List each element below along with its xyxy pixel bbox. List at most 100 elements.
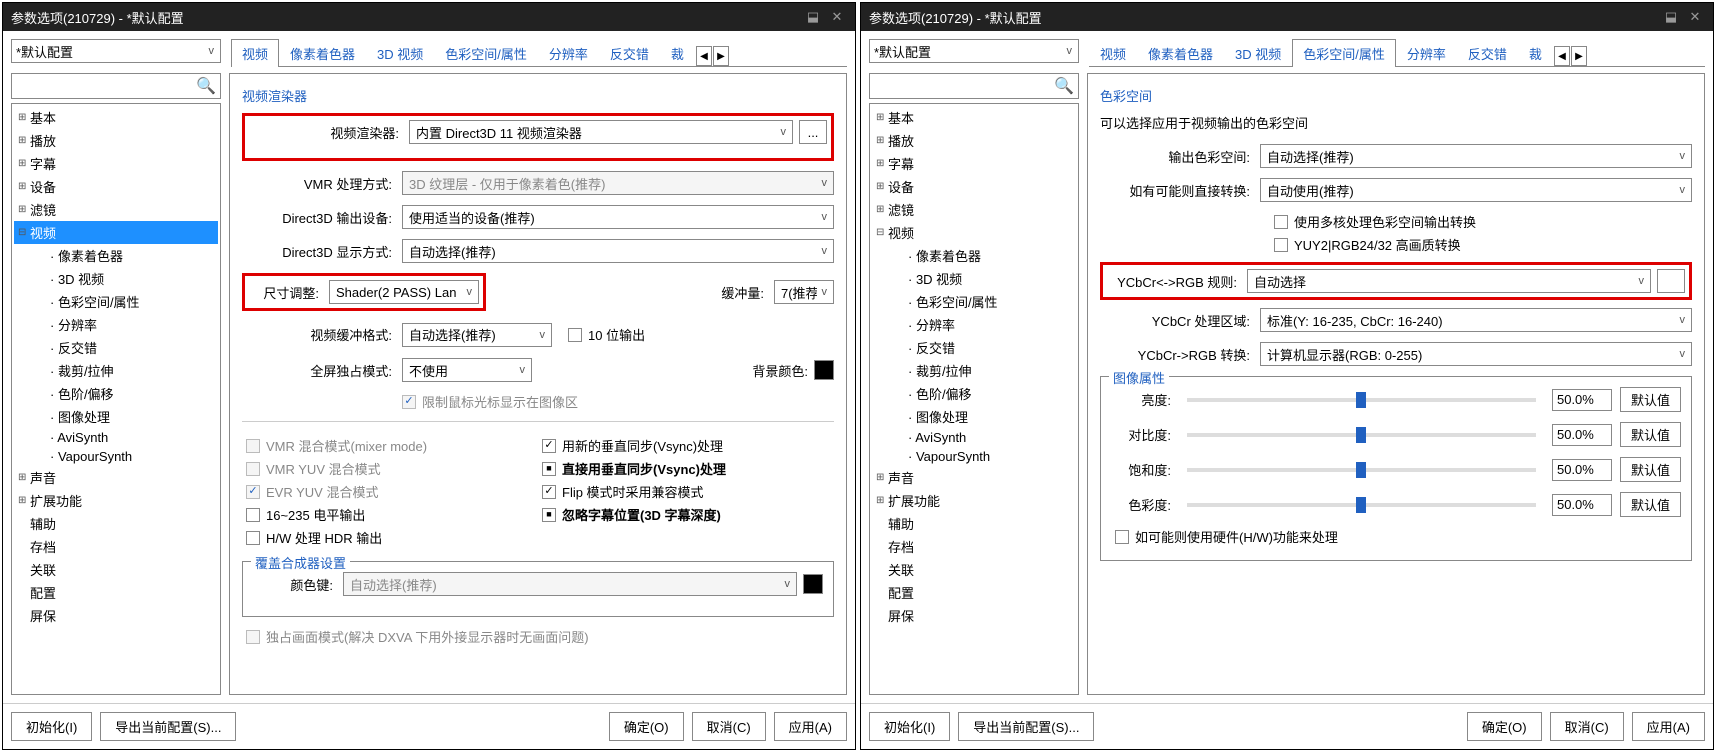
tab-2[interactable]: 3D 视频 xyxy=(1224,39,1292,67)
check-vsync-direct[interactable] xyxy=(542,462,556,476)
nav-tree[interactable]: ⊞基本⊞播放⊞字幕⊞设备⊞滤镜⊟视频· 像素着色器· 3D 视频· 色彩空间/属… xyxy=(869,103,1079,695)
profile-select[interactable]: *默认配置 xyxy=(869,39,1079,63)
tree-item[interactable]: 关联 xyxy=(872,558,1076,581)
export-button[interactable]: 导出当前配置(S)... xyxy=(958,712,1094,741)
profile-select[interactable]: *默认配置 xyxy=(11,39,221,63)
tree-item[interactable]: · 3D 视频 xyxy=(872,267,1076,290)
tree-item[interactable]: 屏保 xyxy=(14,604,218,627)
tree-item[interactable]: · 反交错 xyxy=(14,336,218,359)
tree-item[interactable]: · 裁剪/拉伸 xyxy=(872,359,1076,382)
tree-item[interactable]: · 色阶/偏移 xyxy=(872,382,1076,405)
tree-item[interactable]: 配置 xyxy=(14,581,218,604)
tree-item[interactable]: ⊞基本 xyxy=(872,106,1076,129)
tree-item[interactable]: · 色彩空间/属性 xyxy=(872,290,1076,313)
tab-next[interactable]: ▶ xyxy=(1571,46,1587,66)
tree-item[interactable]: ⊞滤镜 xyxy=(14,198,218,221)
tree-item[interactable]: · VapourSynth xyxy=(14,447,218,466)
apply-button[interactable]: 应用(A) xyxy=(774,712,847,741)
slider-saturation[interactable] xyxy=(1187,468,1536,472)
tree-item[interactable]: · 色阶/偏移 xyxy=(14,382,218,405)
tree-item[interactable]: 辅助 xyxy=(872,512,1076,535)
tab-0[interactable]: 视频 xyxy=(1089,39,1137,67)
tab-prev[interactable]: ◀ xyxy=(1554,46,1570,66)
select-fullscreen[interactable]: 不使用 xyxy=(402,358,532,382)
cancel-button[interactable]: 取消(C) xyxy=(1550,712,1624,741)
check-hdr[interactable] xyxy=(246,531,260,545)
tab-1[interactable]: 像素着色器 xyxy=(1137,39,1224,67)
tab-4[interactable]: 分辨率 xyxy=(1396,39,1457,67)
tab-6[interactable]: 裁 xyxy=(1518,39,1553,67)
slider-value-brightness[interactable]: 50.0% xyxy=(1552,389,1612,411)
tab-3[interactable]: 色彩空间/属性 xyxy=(1292,39,1396,67)
check-1632[interactable] xyxy=(246,508,260,522)
tree-item[interactable]: ⊞滤镜 xyxy=(872,198,1076,221)
select-buffer[interactable]: 7(推荐) xyxy=(774,280,834,304)
tree-item[interactable]: · 裁剪/拉伸 xyxy=(14,359,218,382)
check-yuy2[interactable] xyxy=(1274,238,1288,252)
slider-hue[interactable] xyxy=(1187,503,1536,507)
tree-item[interactable]: · VapourSynth xyxy=(872,447,1076,466)
tab-5[interactable]: 反交错 xyxy=(1457,39,1518,67)
init-button[interactable]: 初始化(I) xyxy=(11,712,92,741)
tree-item[interactable]: ⊞字幕 xyxy=(872,152,1076,175)
tree-item[interactable]: ⊟视频 xyxy=(14,221,218,244)
slider-default-hue[interactable]: 默认值 xyxy=(1620,492,1681,517)
tree-item[interactable]: ⊞播放 xyxy=(872,129,1076,152)
check-10bit[interactable] xyxy=(568,328,582,342)
tree-item[interactable]: · 图像处理 xyxy=(872,405,1076,428)
slider-default-saturation[interactable]: 默认值 xyxy=(1620,457,1681,482)
pin-icon[interactable]: ⬓ xyxy=(1661,8,1681,26)
tree-item[interactable]: ⊞播放 xyxy=(14,129,218,152)
tree-item[interactable]: · 分辨率 xyxy=(14,313,218,336)
slider-value-saturation[interactable]: 50.0% xyxy=(1552,459,1612,481)
cancel-button[interactable]: 取消(C) xyxy=(692,712,766,741)
select-vbuf[interactable]: 自动选择(推荐) xyxy=(402,323,552,347)
search-input[interactable] xyxy=(874,79,1054,94)
slider-default-contrast[interactable]: 默认值 xyxy=(1620,422,1681,447)
pin-icon[interactable]: ⬓ xyxy=(803,8,823,26)
tab-prev[interactable]: ◀ xyxy=(696,46,712,66)
close-icon[interactable]: ✕ xyxy=(1685,8,1705,26)
export-button[interactable]: 导出当前配置(S)... xyxy=(100,712,236,741)
select-range[interactable]: 标准(Y: 16-235, CbCr: 16-240) xyxy=(1260,308,1692,332)
tree-item[interactable]: ⊞扩展功能 xyxy=(872,489,1076,512)
slider-contrast[interactable] xyxy=(1187,433,1536,437)
tab-1[interactable]: 像素着色器 xyxy=(279,39,366,67)
tree-item[interactable]: ⊟视频 xyxy=(872,221,1076,244)
search-icon[interactable]: 🔍 xyxy=(196,76,216,96)
slider-brightness[interactable] xyxy=(1187,398,1536,402)
select-vmr[interactable]: 3D 纹理层 - 仅用于像素着色(推荐) xyxy=(402,171,834,195)
tab-5[interactable]: 反交错 xyxy=(599,39,660,67)
select-size[interactable]: Shader(2 PASS) Lanczos xyxy=(329,280,479,304)
check-ignore-sub[interactable] xyxy=(542,508,556,522)
select-d3d-output[interactable]: 使用适当的设备(推荐) xyxy=(402,205,834,229)
tree-item[interactable]: ⊞设备 xyxy=(872,175,1076,198)
select-direct[interactable]: 自动使用(推荐) xyxy=(1260,178,1692,202)
tree-item[interactable]: 存档 xyxy=(14,535,218,558)
tree-item[interactable]: · 色彩空间/属性 xyxy=(14,290,218,313)
tree-item[interactable]: ⊞字幕 xyxy=(14,152,218,175)
tree-item[interactable]: · AviSynth xyxy=(14,428,218,447)
apply-button[interactable]: 应用(A) xyxy=(1632,712,1705,741)
check-flip[interactable] xyxy=(542,485,556,499)
tree-item[interactable]: ⊞声音 xyxy=(872,466,1076,489)
colorkey-swatch[interactable] xyxy=(803,574,823,594)
select-renderer[interactable]: 内置 Direct3D 11 视频渲染器 xyxy=(409,120,793,144)
tab-4[interactable]: 分辨率 xyxy=(538,39,599,67)
search-input[interactable] xyxy=(16,79,196,94)
select-rule[interactable]: 自动选择 xyxy=(1247,269,1651,293)
slider-default-brightness[interactable]: 默认值 xyxy=(1620,387,1681,412)
check-vsync-new[interactable] xyxy=(542,439,556,453)
tree-item[interactable]: · 像素着色器 xyxy=(872,244,1076,267)
tab-3[interactable]: 色彩空间/属性 xyxy=(434,39,538,67)
ok-button[interactable]: 确定(O) xyxy=(609,712,684,741)
select-out-cs[interactable]: 自动选择(推荐) xyxy=(1260,144,1692,168)
ok-button[interactable]: 确定(O) xyxy=(1467,712,1542,741)
close-icon[interactable]: ✕ xyxy=(827,8,847,26)
bgcolor-swatch[interactable] xyxy=(814,360,834,380)
tree-item[interactable]: 关联 xyxy=(14,558,218,581)
tree-item[interactable]: · AviSynth xyxy=(872,428,1076,447)
tree-item[interactable]: · 像素着色器 xyxy=(14,244,218,267)
tree-item[interactable]: · 反交错 xyxy=(872,336,1076,359)
tree-item[interactable]: 存档 xyxy=(872,535,1076,558)
